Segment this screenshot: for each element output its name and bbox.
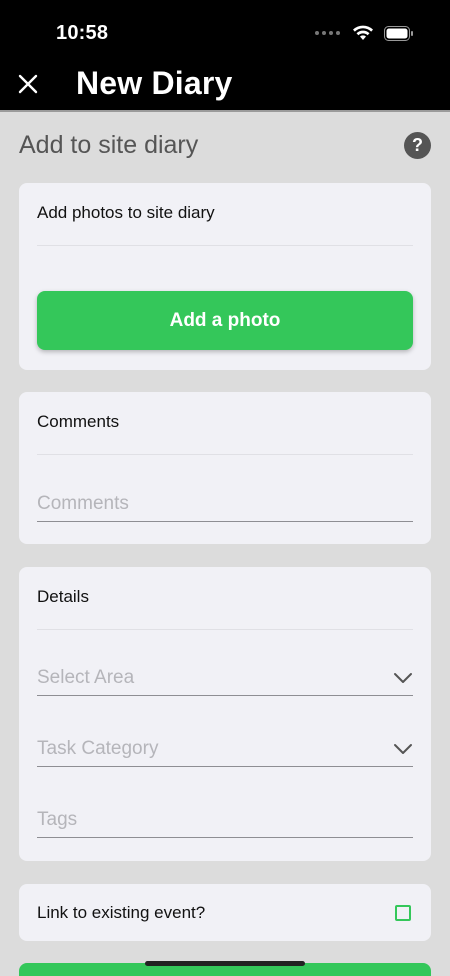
photos-card: Add photos to site diary Add a photo [19,183,431,370]
card-divider [37,245,413,246]
cellular-signal-icon [315,31,340,35]
close-button[interactable] [14,70,42,98]
photos-card-label: Add photos to site diary [37,203,215,222]
details-card-label: Details [37,587,89,606]
close-icon [18,74,38,94]
details-card: Details Select Area Task Category Tags [19,567,431,861]
task-category-placeholder: Task Category [37,738,159,759]
status-icons [315,25,414,41]
chevron-down-icon [394,673,412,683]
chevron-down-icon [394,744,412,754]
help-icon[interactable]: ? [404,132,431,159]
status-time: 10:58 [56,22,109,44]
wifi-icon [353,25,373,40]
comments-card-label: Comments [37,412,120,431]
nav-bar: New Diary [0,62,450,110]
tags-field[interactable]: Tags [37,798,413,838]
tags-placeholder: Tags [37,809,78,830]
link-event-label: Link to existing event? [37,903,206,922]
battery-icon [384,25,413,41]
link-event-card: Link to existing event? [19,884,431,941]
nav-title: New Diary [76,65,233,101]
home-indicator [145,961,305,966]
page-title: Add to site diary [19,131,199,159]
comments-field[interactable]: Comments [37,482,413,522]
comments-card: Comments Comments [19,392,431,544]
status-bar: 10:58 [0,0,450,62]
link-event-checkbox[interactable] [395,905,411,921]
task-category-dropdown[interactable]: Task Category [37,727,413,767]
card-divider [37,629,413,630]
select-area-placeholder: Select Area [37,667,135,688]
select-area-dropdown[interactable]: Select Area [37,656,413,696]
add-photo-button[interactable]: Add a photo [37,291,413,350]
nav-divider [0,110,450,112]
card-divider [37,454,413,455]
comments-placeholder: Comments [37,493,129,514]
